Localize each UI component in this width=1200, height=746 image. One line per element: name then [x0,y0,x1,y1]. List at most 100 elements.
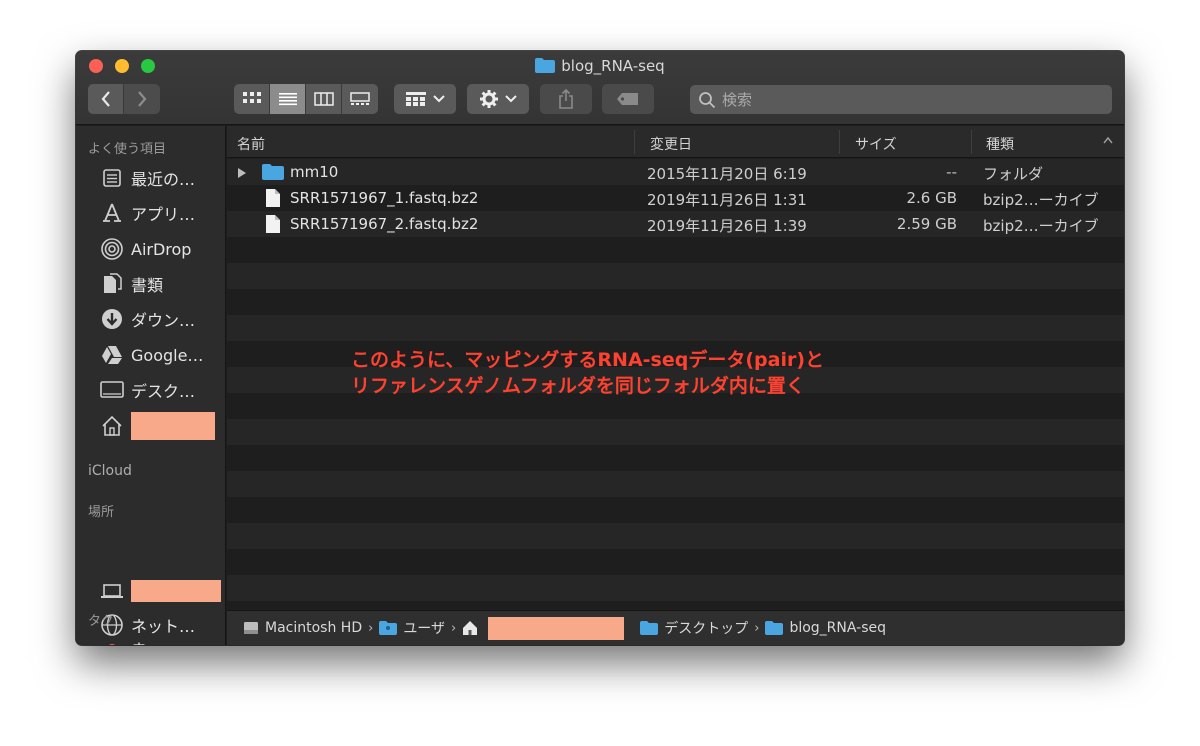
empty-row [227,523,1124,549]
sort-chevron-icon [1103,132,1113,148]
forward-button[interactable] [124,84,160,114]
network-icon [100,613,124,637]
path-item-home[interactable] [462,616,625,640]
disclosure-triangle-icon[interactable] [237,165,247,183]
file-name: SRR1571967_2.fastq.bz2 [290,215,479,233]
file-modified: 2019年11月26日 1:39 [647,217,807,235]
chevron-left-icon [101,91,110,107]
users-folder-icon [379,621,398,635]
empty-row [227,419,1124,445]
path-item-macintosh-hd[interactable]: Macintosh HD [243,620,362,636]
chevron-right-icon [138,91,147,107]
empty-row [227,289,1124,315]
path-bar: Macintosh HD › ユーザ › デスクトップ › blog_RNA-s… [227,610,1124,645]
search-icon [699,91,716,108]
sidebar-item-downloads[interactable]: ダウン… [100,306,222,332]
file-size: -- [946,163,957,181]
chevron-down-icon [504,95,517,103]
file-icon [265,214,281,238]
gallery-icon [350,92,370,105]
edit-tags-button[interactable] [602,84,654,114]
empty-row [227,445,1124,471]
chevron-right-icon: › [754,620,760,636]
sidebar-item-documents[interactable]: 書類 [100,271,222,297]
gear-icon [479,90,498,108]
group-by-button[interactable] [394,84,456,114]
chevron-right-icon: › [451,620,457,636]
folder-icon [262,164,284,184]
window-title: blog_RNA-seq [76,57,1124,77]
file-kind: bzip2…ーカイブ [983,191,1099,209]
sidebar-item-label: 最近の… [131,170,196,189]
empty-row [227,471,1124,497]
icon-view-button[interactable] [234,84,270,114]
file-size: 2.6 GB [906,189,957,207]
empty-row [227,315,1124,341]
column-name[interactable]: 名前 [237,134,265,154]
sidebar-item-label: Google… [131,345,204,365]
table-row[interactable]: mm10 2015年11月20日 6:19 -- フォルダ [227,159,1124,185]
empty-row [227,237,1124,263]
sidebar-item-network[interactable]: ネット… [100,612,222,638]
redacted-computer-name [131,580,221,602]
finder-window: blog_RNA-seq 検索 よく使う項目 最近の… アプリ… AirDrop… [76,51,1124,645]
back-forward-control [88,84,160,114]
list-view-button[interactable] [270,84,306,114]
gallery-view-button[interactable] [342,84,378,114]
file-modified: 2019年11月26日 1:31 [647,191,807,209]
toolbar: blog_RNA-seq [76,51,1124,125]
path-item-blog-rna-seq[interactable]: blog_RNA-seq [765,620,886,636]
path-item-users[interactable]: ユーザ [379,618,445,638]
sidebar-item-desktop[interactable]: デスク… [100,377,222,403]
laptop-icon [100,579,124,603]
desktop-icon [100,378,124,402]
table-row[interactable]: SRR1571967_1.fastq.bz2 2019年11月26日 1:31 … [227,185,1124,211]
sidebar-section-icloud: iCloud [88,463,132,479]
google-drive-icon [100,343,124,367]
column-modified[interactable]: 変更日 [650,134,692,154]
table-row[interactable]: SRR1571967_2.fastq.bz2 2019年11月26日 1:39 … [227,211,1124,237]
home-icon [462,620,478,636]
file-name: mm10 [290,163,339,181]
empty-row [227,497,1124,523]
sidebar-item-google-drive[interactable]: Google… [100,342,222,368]
search-field[interactable] [690,85,1112,114]
sidebar-section-favorites: よく使う項目 [88,142,167,157]
sidebar-item-label: 書類 [131,276,164,295]
sidebar-item-label: ネット… [131,617,196,636]
view-mode-control [234,84,378,114]
redacted-home-name [488,616,625,640]
file-icon [265,188,281,212]
sidebar-item-home[interactable] [100,412,222,440]
sidebar-item-recents[interactable]: 最近の… [100,165,222,191]
sidebar-item-airdrop[interactable]: AirDrop [100,236,222,262]
file-modified: 2015年11月20日 6:19 [647,165,807,183]
column-header: 名前 変更日 サイズ 種類 [227,126,1124,158]
tag-icon [617,93,638,105]
path-item-desktop[interactable]: デスクトップ [640,618,748,638]
column-size[interactable]: サイズ [855,134,897,154]
empty-row [227,601,1124,609]
chevron-right-icon: › [368,620,374,636]
recents-icon [100,166,124,190]
sidebar-item-label: ダウン… [131,311,196,330]
back-button[interactable] [88,84,124,114]
sidebar-item-applications[interactable]: アプリ… [100,200,222,226]
applications-icon [100,201,124,225]
sidebar-item-laptop[interactable] [100,578,222,604]
action-menu-button[interactable] [467,84,529,114]
group-icon [405,92,426,106]
column-kind[interactable]: 種類 [986,134,1014,154]
annotation-text: このように、マッピングするRNA-seqデータ(pair)と リファレンスゲノム… [351,347,824,399]
chevron-down-icon [432,95,445,103]
column-view-button[interactable] [306,84,342,114]
share-button[interactable] [540,84,592,114]
sidebar-item-label: AirDrop [131,239,192,259]
sidebar-item-label: デスク… [131,382,196,401]
airdrop-icon [100,237,124,261]
search-input[interactable] [722,90,1102,109]
sidebar: よく使う項目 最近の… アプリ… AirDrop 書類 ダウン… Google…… [76,126,226,645]
hard-drive-icon [243,620,259,636]
file-size: 2.59 GB [896,215,957,233]
sidebar-item-label: アプリ… [131,205,196,224]
